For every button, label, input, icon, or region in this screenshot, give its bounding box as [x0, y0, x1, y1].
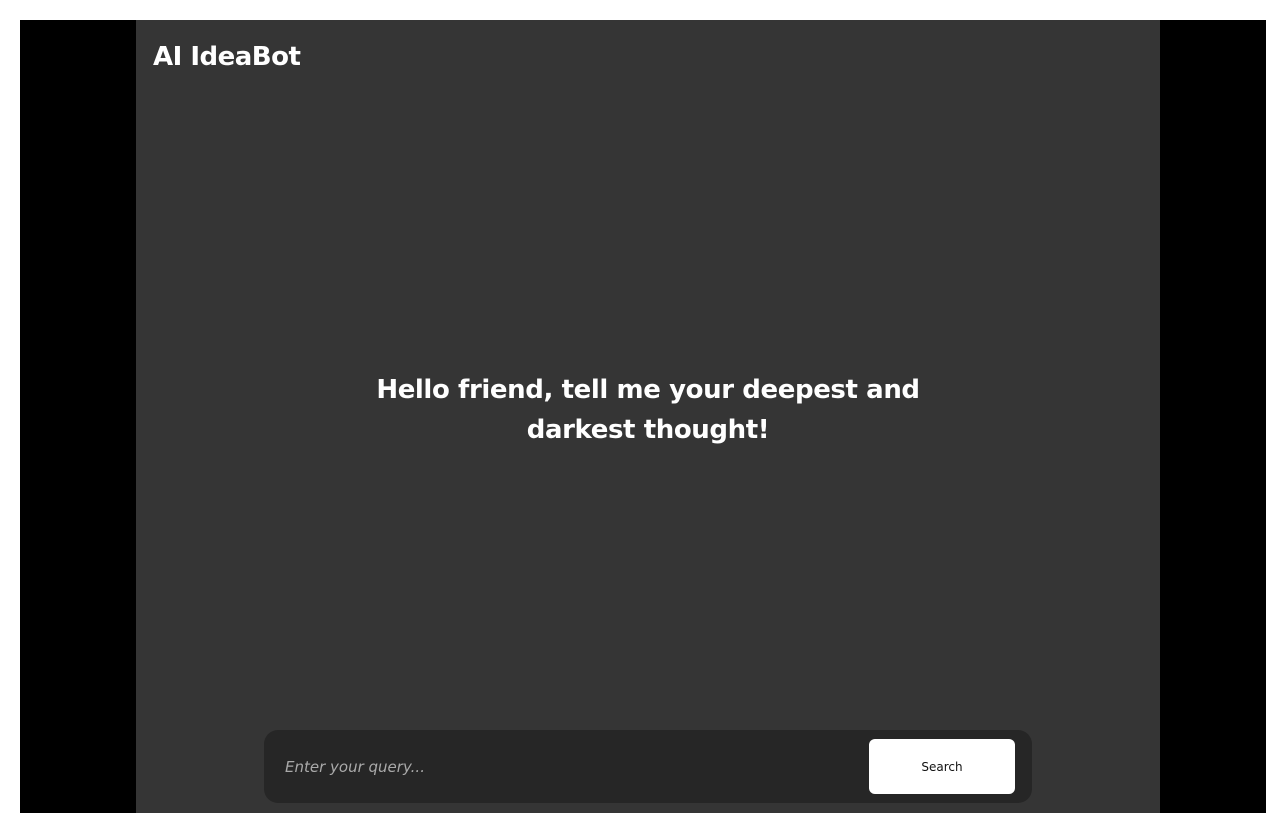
greeting-message: Hello friend, tell me your deepest and d…	[376, 375, 920, 445]
app-container: AI IdeaBot Hello friend, tell me your de…	[136, 20, 1160, 813]
search-button[interactable]: Search	[869, 739, 1015, 794]
query-bar: Search	[264, 730, 1032, 803]
query-input[interactable]	[276, 744, 856, 789]
browser-viewport: AI IdeaBot Hello friend, tell me your de…	[20, 20, 1266, 813]
app-title: AI IdeaBot	[153, 42, 301, 72]
